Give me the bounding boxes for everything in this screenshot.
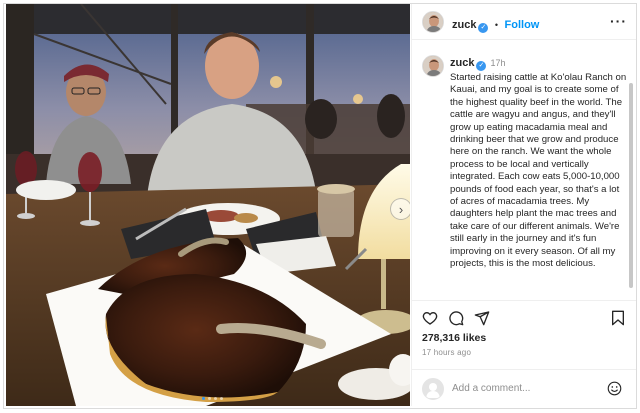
follow-button[interactable]: Follow [505,19,540,31]
username[interactable]: zuck [452,19,476,31]
verified-badge-icon: ✓ [476,61,487,71]
carousel-dot [214,397,217,400]
avatar[interactable] [422,11,444,33]
more-icon: ··· [610,13,627,29]
post-photo[interactable]: › [6,4,410,406]
post-actions: 278,316 likes 17 hours ago [412,300,636,406]
post-side-panel: zuck ✓ • Follow ··· zuck ✓ 17h Started rais… [411,4,636,406]
header-user-row: zuck ✓ • Follow [452,15,539,33]
posted-time: 17 hours ago [422,348,472,357]
caption-body: Started raising cattle at Ko'olau Ranch … [450,72,627,270]
caption: zuck ✓ 17h Started raising cattle at Ko'ol… [450,57,628,271]
comment-input[interactable] [452,380,602,396]
post-image [6,4,410,406]
verified-badge-icon: ✓ [478,23,489,33]
post-header: zuck ✓ • Follow ··· [412,4,636,40]
share-icon[interactable] [474,310,490,326]
caption-username[interactable]: zuck [450,57,474,69]
caption-header: zuck ✓ 17h [450,57,628,71]
bookmark-icon[interactable] [611,310,625,326]
heart-icon[interactable] [422,310,438,326]
chevron-right-icon: › [398,201,404,217]
avatar-image [423,56,443,76]
likes-count[interactable]: 278,316 likes [422,332,486,344]
avatar-image [423,12,443,32]
carousel-dot [202,397,205,400]
carousel-dot [208,397,211,400]
comment-bar [412,369,636,407]
caption-avatar[interactable] [422,55,444,77]
post-time: 17h [490,58,506,68]
caption-area: zuck ✓ 17h Started raising cattle at Ko'ol… [412,41,636,299]
emoji-icon[interactable] [607,381,622,396]
carousel-indicator [202,397,223,400]
default-avatar-icon [426,383,440,398]
caption-scrollbar[interactable] [629,83,633,288]
dot-separator: • [494,20,499,30]
more-options-button[interactable]: ··· [610,13,627,29]
carousel-next-button[interactable]: › [390,198,410,220]
user-avatar-placeholder [422,378,444,400]
carousel-dot [220,397,223,400]
comment-icon[interactable] [448,310,464,326]
